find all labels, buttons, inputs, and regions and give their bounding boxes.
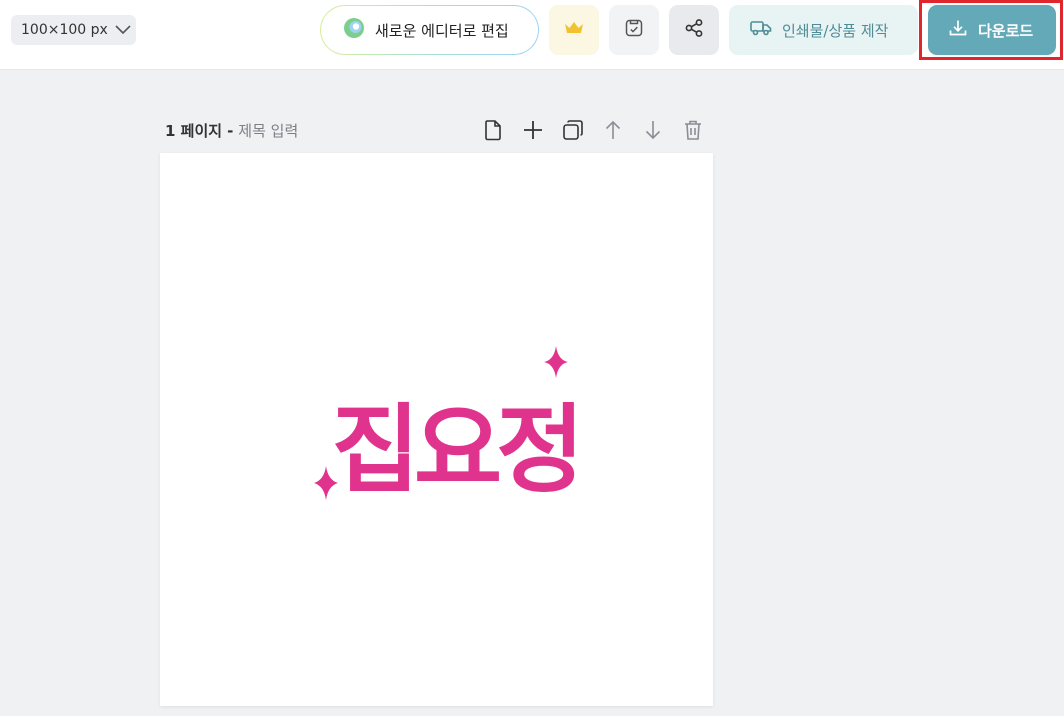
move-up-icon[interactable]: [600, 117, 626, 143]
page-number-label: 1 페이지: [165, 122, 223, 140]
canvas-size-value: 100×100 px: [21, 22, 108, 38]
print-product-button[interactable]: 인쇄물/상품 제작: [729, 5, 918, 55]
download-label: 다운로드: [978, 21, 1034, 40]
premium-button[interactable]: [549, 5, 599, 55]
logo-graphic[interactable]: 집요정: [310, 338, 600, 528]
trash-icon[interactable]: [680, 117, 706, 143]
share-button[interactable]: [669, 5, 719, 55]
download-icon: [948, 18, 968, 42]
page-title: 1 페이지 - 제목 입력: [165, 120, 298, 141]
download-button[interactable]: 다운로드: [928, 5, 1056, 55]
crown-icon: [564, 20, 584, 40]
truck-icon: [750, 19, 772, 41]
page-title-input[interactable]: 제목 입력: [238, 120, 298, 141]
sparkle-icon: [544, 346, 568, 378]
save-check-icon: [624, 18, 644, 42]
editor-logo-icon: [343, 17, 365, 43]
save-button[interactable]: [609, 5, 659, 55]
print-product-label: 인쇄물/상품 제작: [782, 21, 889, 40]
page-icon[interactable]: [480, 117, 506, 143]
move-down-icon[interactable]: [640, 117, 666, 143]
page-title-separator: -: [227, 121, 234, 140]
top-toolbar: 100×100 px 새로운 에디터로 편집 인쇄물/상품 제작 다운로드: [0, 0, 1064, 70]
new-editor-button[interactable]: 새로운 에디터로 편집: [320, 5, 539, 55]
add-icon[interactable]: [520, 117, 546, 143]
new-editor-label: 새로운 에디터로 편집: [375, 21, 509, 40]
share-icon: [684, 18, 704, 42]
logo-text: 집요정: [332, 394, 579, 506]
design-canvas[interactable]: 집요정: [160, 153, 713, 706]
chevron-down-icon: [115, 25, 131, 35]
duplicate-icon[interactable]: [560, 117, 586, 143]
canvas-size-select[interactable]: 100×100 px: [11, 15, 136, 45]
